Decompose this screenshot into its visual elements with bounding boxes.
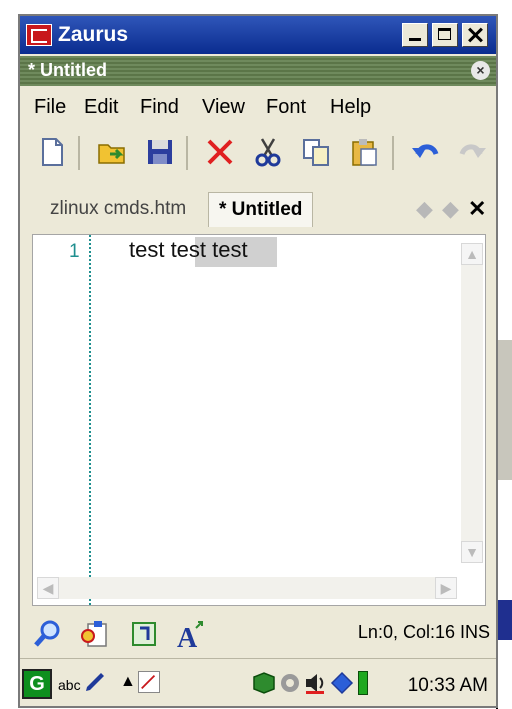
document-title: * Untitled: [28, 60, 107, 80]
previous-tab-icon[interactable]: ◆: [416, 196, 433, 222]
menu-view[interactable]: View: [202, 96, 245, 119]
taskbar: G abc ▲ 10:33 AM: [20, 658, 496, 706]
horizontal-scrollbar[interactable]: ◀ ▶: [37, 577, 457, 599]
close-window-button[interactable]: [462, 23, 488, 47]
battery-icon[interactable]: [358, 671, 368, 695]
font-size-icon[interactable]: A: [174, 618, 206, 650]
package-icon[interactable]: [252, 671, 276, 695]
editor-window: Zaurus * Untitled × File Edit Find View …: [18, 14, 498, 708]
find-replace-icon[interactable]: [78, 618, 110, 650]
open-folder-icon[interactable]: [96, 136, 128, 168]
tab-untitled[interactable]: * Untitled: [208, 192, 314, 227]
scroll-right-icon[interactable]: ▶: [435, 577, 457, 599]
keyboard-toggle-icon[interactable]: ▲: [120, 673, 136, 691]
document-title-bar: * Untitled ×: [20, 56, 496, 86]
toolbar: [20, 128, 496, 178]
app-icon: [26, 24, 52, 46]
scroll-up-icon[interactable]: ▲: [461, 243, 483, 265]
menu-bar: File Edit Find View Font Help: [20, 90, 496, 124]
search-icon[interactable]: [32, 618, 64, 650]
tab-bar: zlinux cmds.htm * Untitled ◆ ◆ ✕: [20, 186, 496, 232]
menu-edit[interactable]: Edit: [84, 96, 118, 119]
menu-file[interactable]: File: [34, 96, 66, 119]
menu-help[interactable]: Help: [330, 96, 371, 119]
vertical-scrollbar[interactable]: ▲ ▼: [461, 243, 483, 563]
next-tab-icon[interactable]: ◆: [442, 196, 459, 222]
pen-input-icon[interactable]: [84, 673, 106, 693]
scroll-left-icon[interactable]: ◀: [37, 577, 59, 599]
window-title: Zaurus: [58, 23, 129, 46]
tab-zlinux-cmds[interactable]: zlinux cmds.htm: [40, 192, 196, 226]
window-title-bar[interactable]: Zaurus: [20, 16, 496, 54]
text-editor[interactable]: 1 test test test ▲ ▼ ◀ ▶: [32, 234, 486, 606]
svg-text:A: A: [177, 623, 198, 650]
toolbar-separator: [78, 136, 80, 170]
volume-icon[interactable]: [304, 671, 328, 695]
menu-find[interactable]: Find: [140, 96, 179, 119]
toolbar-separator: [392, 136, 394, 170]
clock[interactable]: 10:33 AM: [408, 675, 488, 697]
input-method-label[interactable]: abc: [58, 677, 81, 693]
copy-icon[interactable]: [300, 136, 332, 168]
delete-icon[interactable]: [204, 136, 236, 168]
redo-icon[interactable]: [456, 136, 488, 168]
editor-line-text[interactable]: test test test: [129, 237, 248, 263]
settings-gear-icon[interactable]: [278, 671, 302, 695]
undo-icon[interactable]: [410, 136, 442, 168]
minimize-button[interactable]: [402, 23, 428, 47]
cursor-position-status: Ln:0, Col:16 INS: [357, 622, 490, 642]
status-bar: A Ln:0, Col:16 INS: [20, 610, 496, 654]
cut-icon[interactable]: [252, 136, 284, 168]
maximize-button[interactable]: [432, 23, 458, 47]
new-file-icon[interactable]: [36, 136, 68, 168]
goto-line-icon[interactable]: [128, 618, 160, 650]
scroll-down-icon[interactable]: ▼: [461, 541, 483, 563]
menu-font[interactable]: Font: [266, 96, 306, 119]
line-number: 1: [69, 241, 80, 262]
start-menu-icon[interactable]: G: [22, 669, 52, 699]
background-window-highlight: [496, 600, 512, 640]
line-number-gutter: [89, 235, 91, 605]
background-window-panel: [496, 480, 512, 709]
save-icon[interactable]: [144, 136, 176, 168]
network-icon[interactable]: [330, 671, 354, 695]
document-close-button[interactable]: ×: [471, 61, 490, 80]
paste-icon[interactable]: [348, 136, 380, 168]
close-tab-icon[interactable]: ✕: [468, 196, 486, 222]
toolbar-separator: [186, 136, 188, 170]
screenshot-icon[interactable]: [138, 671, 160, 693]
